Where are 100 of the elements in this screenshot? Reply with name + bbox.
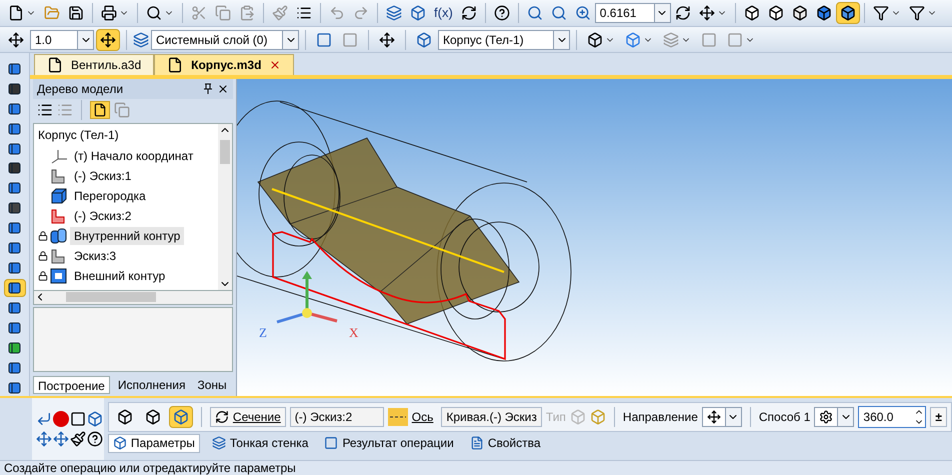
tree-root[interactable]: Корпус (Тел-1)	[38, 126, 218, 146]
edit-icon[interactable]	[70, 431, 86, 447]
cube-icon	[840, 5, 856, 21]
cube-icon	[172, 409, 189, 425]
document-icon	[47, 57, 63, 73]
stop-icon[interactable]	[52, 411, 69, 427]
printer-icon	[101, 5, 117, 21]
pin-icon[interactable]	[203, 82, 213, 95]
create-icon[interactable]	[36, 411, 52, 427]
tool-icon	[6, 280, 22, 296]
zoom-field[interactable]: 0.6161	[594, 3, 671, 23]
panel-title: Дерево модели	[37, 80, 124, 98]
panel-tab[interactable]: Зоны	[194, 376, 231, 394]
property-tab[interactable]: Параметры	[108, 434, 200, 452]
tree-item[interactable]: Перегородка	[70, 186, 150, 205]
close-icon	[269, 59, 282, 71]
layers-icon	[212, 436, 226, 450]
file-icon	[8, 5, 24, 21]
cube-icon	[410, 5, 426, 21]
undo-icon	[329, 5, 345, 21]
cube-icon	[116, 409, 133, 425]
tool-icon	[6, 160, 22, 176]
refresh-icon	[214, 410, 229, 424]
cube-icon[interactable]	[86, 411, 103, 427]
refresh-icon	[674, 5, 691, 21]
scroll-thumb[interactable]	[220, 140, 230, 164]
tool-icon	[6, 120, 22, 137]
square-icon	[701, 32, 717, 48]
tree-item[interactable]: Внутренний контур	[70, 226, 184, 245]
tool-icon	[6, 180, 22, 196]
magnifier-icon	[146, 5, 162, 21]
3d-viewport[interactable]: Z X	[236, 79, 952, 396]
revolve-icon	[50, 228, 68, 244]
cube-icon	[768, 5, 784, 21]
axis-field[interactable]: Кривая.(-) Эскиз	[441, 407, 542, 427]
view-mode-button[interactable]	[836, 2, 860, 24]
layer-dropdown[interactable]: Системный слой (0)	[151, 30, 299, 50]
clipboard-icon	[239, 5, 255, 21]
document-icon	[93, 102, 107, 117]
direction-label: Направление	[622, 409, 698, 426]
tree-item[interactable]: Эскиз:3	[70, 246, 120, 265]
angle-field[interactable]: 360.0	[858, 406, 926, 428]
panel-tab[interactable]: Исполнения	[114, 376, 190, 394]
layers-icon	[133, 32, 149, 48]
cube-icon	[587, 32, 603, 48]
close-icon[interactable]	[217, 82, 229, 95]
document-icon	[470, 436, 484, 450]
tool-icon	[6, 360, 22, 376]
tree-item[interactable]: (т) Начало координат	[70, 146, 198, 165]
horizontal-scrollbar[interactable]	[33, 290, 233, 305]
help-icon	[494, 5, 510, 21]
formula-button[interactable]: f(x)	[430, 2, 457, 24]
document-tab[interactable]: Вентиль.a3d	[34, 54, 154, 75]
revolve-icon	[50, 268, 68, 284]
type-label: Тип	[546, 409, 566, 426]
snap-button[interactable]	[96, 28, 120, 50]
direction-icon	[706, 410, 721, 424]
tool-icon	[6, 300, 22, 316]
square-icon	[316, 32, 332, 48]
axis-label: X	[349, 324, 358, 342]
tree-mode-button[interactable]	[90, 100, 110, 119]
zoom-in-icon	[574, 5, 591, 21]
panel-tab[interactable]: Построение	[33, 376, 110, 394]
sign-button[interactable]: ±	[930, 407, 947, 427]
section-button[interactable]: Сечение	[210, 407, 286, 427]
layers-icon	[386, 5, 402, 21]
method-dropdown[interactable]	[814, 407, 854, 427]
square-icon	[727, 32, 743, 48]
copy-icon	[215, 5, 231, 21]
tool-icon	[6, 140, 22, 157]
status-text: Создайте операцию или отредактируйте параметры	[4, 462, 296, 474]
property-tab[interactable]: Результат операции	[320, 434, 458, 452]
tree-item[interactable]: Внешний контур	[70, 266, 170, 285]
tree-view-icon[interactable]	[37, 102, 53, 118]
layers-icon	[663, 32, 679, 48]
axis-button[interactable]: Ось	[388, 407, 438, 427]
property-tab[interactable]: Тонкая стенка	[208, 434, 312, 452]
tree-item[interactable]: (-) Эскиз:2	[70, 206, 136, 225]
magnifier-icon	[526, 5, 543, 21]
tool-icon	[6, 260, 22, 276]
vertical-scrollbar[interactable]	[218, 124, 232, 290]
help-icon[interactable]	[86, 431, 103, 447]
scroll-thumb[interactable]	[66, 292, 156, 302]
square-icon	[342, 32, 358, 48]
tool-button[interactable]	[4, 278, 26, 297]
frame-icon[interactable]	[70, 411, 86, 427]
document-tab[interactable]: Корпус.m3d	[154, 54, 294, 75]
tree-item[interactable]: (-) Эскиз:1	[70, 166, 136, 185]
shape-icon	[324, 436, 338, 450]
body-dropdown[interactable]: Корпус (Тел-1)	[438, 30, 570, 50]
method-label: Способ 1	[758, 409, 810, 426]
cube-icon	[816, 5, 832, 21]
direction-dropdown[interactable]	[702, 407, 742, 427]
step-field[interactable]: 1.0	[30, 30, 94, 50]
gear-icon	[819, 410, 834, 424]
tool-icon	[6, 320, 22, 336]
property-tab[interactable]: Свойства	[466, 434, 545, 452]
refresh-icon	[460, 5, 477, 21]
tool-icon	[6, 81, 22, 98]
section-field[interactable]: (-) Эскиз:2	[290, 407, 384, 427]
